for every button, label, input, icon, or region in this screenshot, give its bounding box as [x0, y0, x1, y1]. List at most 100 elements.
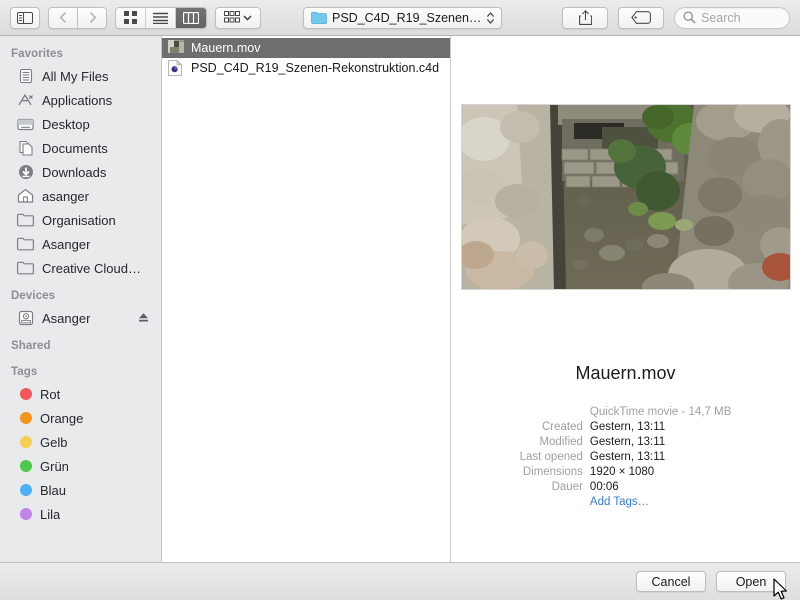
all-my-files-icon	[17, 68, 34, 85]
share-icon	[578, 10, 592, 25]
tag-dot-icon	[20, 484, 32, 496]
search-placeholder: Search	[701, 10, 741, 25]
sidebar-item-label: asanger	[42, 188, 89, 204]
metadata-value: Gestern, 13:11	[589, 421, 666, 433]
preview-image	[460, 104, 791, 290]
chevron-down-icon	[243, 14, 252, 21]
sidebar-item-asanger-device[interactable]: Asanger	[0, 306, 161, 330]
sidebar-tag-gelb[interactable]: Gelb	[0, 430, 161, 454]
sidebar-tag-rot[interactable]: Rot	[0, 382, 161, 406]
sidebar-item-applications[interactable]: Applications	[0, 88, 161, 112]
downloads-icon	[17, 164, 34, 181]
toolbar: PSD_C4D_R19_Szenen… Search	[0, 0, 800, 36]
chevron-left-icon	[59, 11, 68, 24]
sidebar-item-asanger-folder[interactable]: Asanger	[0, 232, 161, 256]
c4d-document-icon	[168, 60, 184, 76]
sidebar-section-devices-title: Devices	[11, 290, 56, 302]
sidebar-toggle-button[interactable]	[10, 6, 40, 29]
preview-pane: Mauern.mov QuickTime movie - 14,7 MB Cre…	[451, 36, 800, 562]
tag-icon	[631, 11, 651, 24]
sidebar-item-documents[interactable]: Documents	[0, 136, 161, 160]
home-icon	[17, 188, 34, 205]
metadata-kind-value: QuickTime movie - 14,7 MB	[589, 406, 732, 418]
tag-dot-icon	[20, 460, 32, 472]
sidebar-section-shared-title: Shared	[11, 340, 51, 352]
sidebar-tag-orange[interactable]: Orange	[0, 406, 161, 430]
sidebar: Favorites All My Files Applications Desk…	[0, 36, 162, 562]
table-row: Last opened Gestern, 13:11	[520, 451, 732, 466]
sidebar-item-asanger-home[interactable]: asanger	[0, 184, 161, 208]
sidebar-section-tags-title: Tags	[11, 366, 38, 378]
view-mode-icon-button[interactable]	[116, 7, 146, 28]
metadata-key: Dauer	[551, 481, 583, 493]
sidebar-toggle-icon	[17, 11, 33, 24]
metadata-value: 00:06	[589, 481, 619, 493]
tag-dot-icon	[20, 436, 32, 448]
share-button[interactable]	[562, 6, 608, 29]
path-popup-button[interactable]: PSD_C4D_R19_Szenen…	[303, 6, 503, 29]
tag-dot-icon	[20, 508, 32, 520]
metadata-value: Gestern, 13:11	[589, 436, 666, 448]
navigation-buttons	[48, 6, 107, 29]
add-tags-link[interactable]: Add Tags…	[590, 496, 731, 511]
sidebar-item-label: Downloads	[42, 164, 107, 180]
folder-icon	[17, 236, 34, 253]
sidebar-item-label: Creative Cloud…	[42, 260, 141, 276]
sidebar-item-label: Lila	[40, 506, 61, 522]
path-popup-label: PSD_C4D_R19_Szenen…	[332, 10, 482, 25]
file-list-column[interactable]: Mauern.mov PSD_C4D_R19_Szenen-Rekonstruk…	[162, 36, 451, 562]
file-list-item-c4d[interactable]: PSD_C4D_R19_Szenen-Rekonstruktion.c4d	[162, 58, 450, 78]
harddisk-icon	[17, 310, 34, 327]
file-name-label: PSD_C4D_R19_Szenen-Rekonstruktion.c4d	[191, 61, 440, 75]
sidebar-item-label: All My Files	[42, 68, 109, 84]
file-list-item-mauern-mov[interactable]: Mauern.mov	[162, 38, 450, 58]
sidebar-item-label: Orange	[40, 410, 84, 426]
preview-file-title: Mauern.mov	[575, 363, 676, 383]
view-mode-column-button[interactable]	[176, 7, 206, 28]
sidebar-item-creative-cloud[interactable]: Creative Cloud…	[0, 256, 161, 280]
add-tags-row: Add Tags…	[520, 496, 732, 511]
tag-dot-icon	[20, 388, 32, 400]
dialog-body: Favorites All My Files Applications Desk…	[0, 36, 800, 562]
table-row: Modified Gestern, 13:11	[520, 436, 732, 451]
sidebar-item-label: Organisation	[42, 212, 116, 228]
metadata-value: 1920 × 1080	[589, 466, 655, 478]
sidebar-tag-lila[interactable]: Lila	[0, 502, 161, 526]
sidebar-item-label: Applications	[42, 92, 113, 108]
arrange-by-button[interactable]	[215, 6, 261, 29]
sidebar-item-label: Asanger	[42, 236, 91, 252]
tag-dot-icon	[20, 412, 32, 424]
sidebar-item-label: Desktop	[42, 116, 90, 132]
preview-metadata-table: QuickTime movie - 14,7 MB Created Gester…	[520, 406, 732, 511]
sidebar-tag-blau[interactable]: Blau	[0, 478, 161, 502]
view-mode-list-button[interactable]	[146, 7, 176, 28]
sidebar-item-downloads[interactable]: Downloads	[0, 160, 161, 184]
cancel-button[interactable]: Cancel	[636, 571, 706, 592]
arrange-grid-icon	[224, 11, 240, 24]
metadata-key: Modified	[539, 436, 583, 448]
sidebar-item-organisation[interactable]: Organisation	[0, 208, 161, 232]
forward-button[interactable]	[77, 6, 107, 29]
column-view-icon	[183, 11, 199, 24]
metadata-key: Dimensions	[522, 466, 583, 478]
dialog-footer: Cancel Open	[0, 562, 800, 600]
sidebar-item-all-my-files[interactable]: All My Files	[0, 64, 161, 88]
sidebar-section-favorites-title: Favorites	[11, 48, 64, 60]
toolbar-right-group: Search	[562, 6, 790, 29]
sidebar-tag-gruen[interactable]: Grün	[0, 454, 161, 478]
applications-icon	[17, 92, 34, 109]
tag-button[interactable]	[618, 6, 664, 29]
up-down-chevron-icon	[486, 11, 495, 25]
metadata-kind-spacer	[520, 406, 590, 421]
folder-icon	[311, 11, 327, 24]
back-button[interactable]	[48, 6, 78, 29]
documents-icon	[17, 140, 34, 157]
eject-icon[interactable]	[138, 312, 149, 323]
sidebar-item-desktop[interactable]: Desktop	[0, 112, 161, 136]
folder-icon	[17, 260, 34, 277]
file-name-label: Mauern.mov	[191, 41, 261, 55]
sidebar-item-label: Asanger	[42, 310, 91, 326]
sidebar-item-label: Rot	[40, 386, 61, 402]
search-input[interactable]: Search	[674, 6, 790, 29]
open-button[interactable]: Open	[716, 571, 786, 592]
